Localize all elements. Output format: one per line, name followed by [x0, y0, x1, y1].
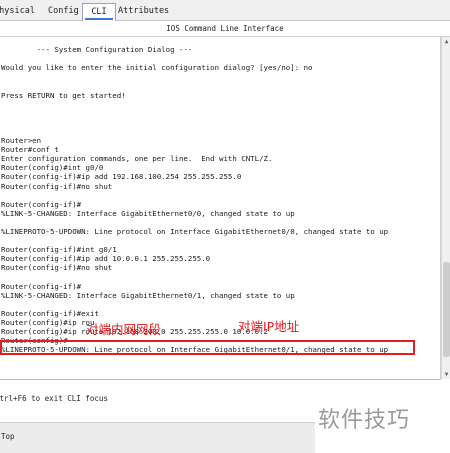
- console-line: Router(config-if)#no shut: [1, 263, 113, 273]
- bottom-bar: Top: [0, 422, 315, 453]
- cli-console[interactable]: --- System Configuration Dialog --- Would…: [0, 37, 441, 380]
- tab-physical[interactable]: Physical: [0, 5, 37, 19]
- tab-config[interactable]: Config: [46, 5, 81, 19]
- console-line: --- System Configuration Dialog ---: [1, 45, 193, 54]
- console-line: Router(config-if)#exit: [1, 308, 99, 318]
- console-line: Router(config-if)#: [1, 199, 82, 209]
- console-line: Router#conf t: [1, 145, 59, 155]
- console-line: %LINEPROTO-5-UPDOWN: Line protocol on In…: [1, 227, 389, 236]
- tab-config-label: Config: [48, 6, 79, 16]
- annotation-remote-ip: 对端IP地址: [238, 319, 300, 334]
- console-line: Would you like to enter the initial conf…: [1, 63, 313, 73]
- console-line: Router>en: [1, 136, 42, 145]
- watermark: 软件技巧: [318, 408, 411, 433]
- console-line: Enter configuration commands, one per li…: [1, 154, 273, 164]
- scroll-up-icon[interactable]: ▲: [443, 37, 450, 46]
- tab-physical-label: Physical: [0, 6, 35, 16]
- scroll-thumb[interactable]: [443, 262, 450, 357]
- tab-bar: Physical Config CLI Attributes: [0, 0, 450, 21]
- top-button[interactable]: Top: [1, 432, 15, 441]
- console-line: Press RETURN to get started!: [1, 90, 126, 100]
- console-line: Router(config-if)#no shut: [1, 181, 113, 191]
- console-line: Router(config-if)#int g0/1: [1, 245, 117, 255]
- console-scrollbar[interactable]: ▲ ▼: [441, 37, 450, 379]
- console-line: Router(config-if)#: [1, 281, 82, 291]
- console-line: Router(config)#int g0/0: [1, 163, 104, 173]
- console-line: %LINK-5-CHANGED: Interface GigabitEthern…: [1, 208, 295, 218]
- tab-attributes-label: Attributes: [118, 6, 170, 16]
- annotation-remote-lan-segment: 对端内网网段: [86, 322, 162, 337]
- panel-title: IOS Command Line Interface: [0, 21, 450, 37]
- tab-cli-label: CLI: [85, 4, 113, 20]
- console-line: Router(config)#ip rou: [1, 318, 95, 327]
- tab-cli[interactable]: CLI: [82, 3, 116, 21]
- route-command-highlight: [0, 340, 415, 355]
- console-line: Router(config-if)#ip add 10.0.0.1 255.25…: [1, 254, 211, 264]
- console-line: Router(config-if)#ip add 192.168.100.254…: [1, 172, 242, 182]
- tab-attributes[interactable]: Attributes: [116, 5, 171, 19]
- scroll-down-icon[interactable]: ▼: [443, 370, 450, 379]
- cli-focus-hint-text: Ctrl+F6 to exit CLI focus: [0, 394, 108, 403]
- console-line: %LINK-5-CHANGED: Interface GigabitEthern…: [1, 290, 295, 300]
